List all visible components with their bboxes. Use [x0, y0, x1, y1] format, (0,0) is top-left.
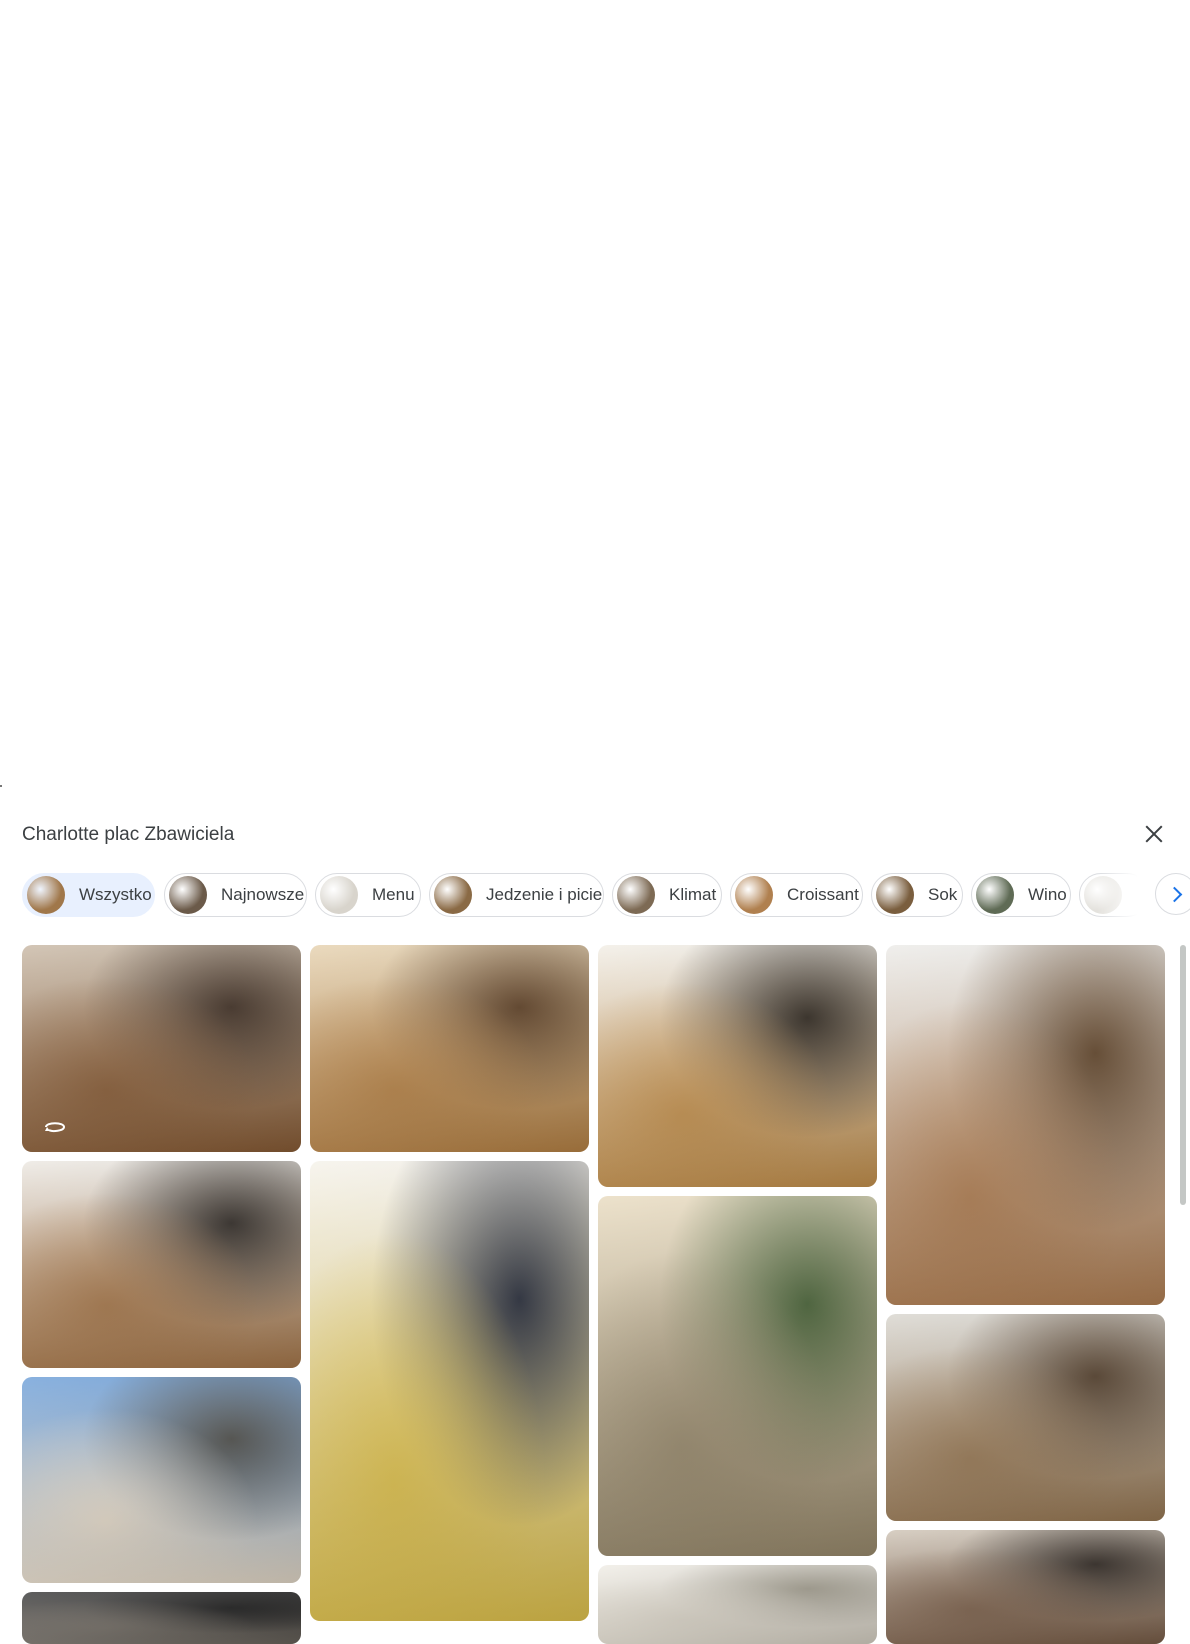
chip-thumb	[27, 876, 65, 914]
photo-gallery-panel: Charlotte plac Zbawiciela Wszystko Najno…	[0, 800, 1190, 1644]
chip-label: Jedzenie i picie	[486, 885, 603, 904]
photo-umbrella-terrace[interactable]	[598, 1565, 877, 1644]
place-title: Charlotte plac Zbawiciela	[22, 824, 235, 845]
chip-label: Sok	[928, 885, 958, 904]
photo-breakfast-spread[interactable]	[22, 1161, 301, 1368]
chip-croissant[interactable]: Croissant	[730, 873, 863, 917]
chip-more[interactable]	[1079, 873, 1149, 917]
chip-thumb	[169, 876, 207, 914]
chip-label: Najnowsze	[221, 885, 305, 904]
chip-label: Menu	[372, 885, 415, 904]
chevron-right-icon[interactable]	[1155, 873, 1190, 915]
chip-thumb	[617, 876, 655, 914]
chip-wino[interactable]: Wino	[971, 873, 1071, 917]
chip-menu[interactable]: Menu	[315, 873, 421, 917]
photo-breakfast-table[interactable]	[310, 945, 589, 1152]
chip-thumb	[735, 876, 773, 914]
photo-bakery-interior[interactable]	[22, 945, 301, 1152]
gallery-scrollbar[interactable]	[1180, 945, 1186, 1205]
chip-label: Croissant	[787, 885, 859, 904]
photo-dark-interior[interactable]	[22, 1592, 301, 1644]
photo-toast-plate[interactable]	[598, 945, 877, 1187]
chip-thumb	[434, 876, 472, 914]
close-icon[interactable]	[1140, 820, 1168, 848]
chip-jedzenie-i-picie[interactable]: Jedzenie i picie	[429, 873, 604, 917]
chip-klimat[interactable]: Klimat	[612, 873, 722, 917]
photo-pastry-display[interactable]	[886, 945, 1165, 1305]
chip-thumb	[976, 876, 1014, 914]
chip-label: Wszystko	[79, 885, 152, 904]
photo-cafe-guests[interactable]	[886, 1530, 1165, 1644]
chip-label: Wino	[1028, 885, 1067, 904]
chip-label: Klimat	[669, 885, 717, 904]
chip-thumb	[876, 876, 914, 914]
chip-najnowsze[interactable]: Najnowsze	[164, 873, 307, 917]
photo-square-street[interactable]	[22, 1377, 301, 1583]
filter-chips: Wszystko Najnowsze Menu Jedzenie i picie…	[22, 873, 1190, 921]
edge-mark	[0, 785, 2, 787]
photo-building-facade[interactable]	[598, 1196, 877, 1556]
panorama-icon	[45, 1122, 66, 1132]
chip-wszystko[interactable]: Wszystko	[22, 873, 155, 917]
chip-sok[interactable]: Sok	[871, 873, 963, 917]
photo-cafe-interior[interactable]	[886, 1314, 1165, 1521]
chip-thumb	[1084, 876, 1122, 914]
photo-omelette-salad[interactable]	[310, 1161, 589, 1621]
chip-thumb	[320, 876, 358, 914]
